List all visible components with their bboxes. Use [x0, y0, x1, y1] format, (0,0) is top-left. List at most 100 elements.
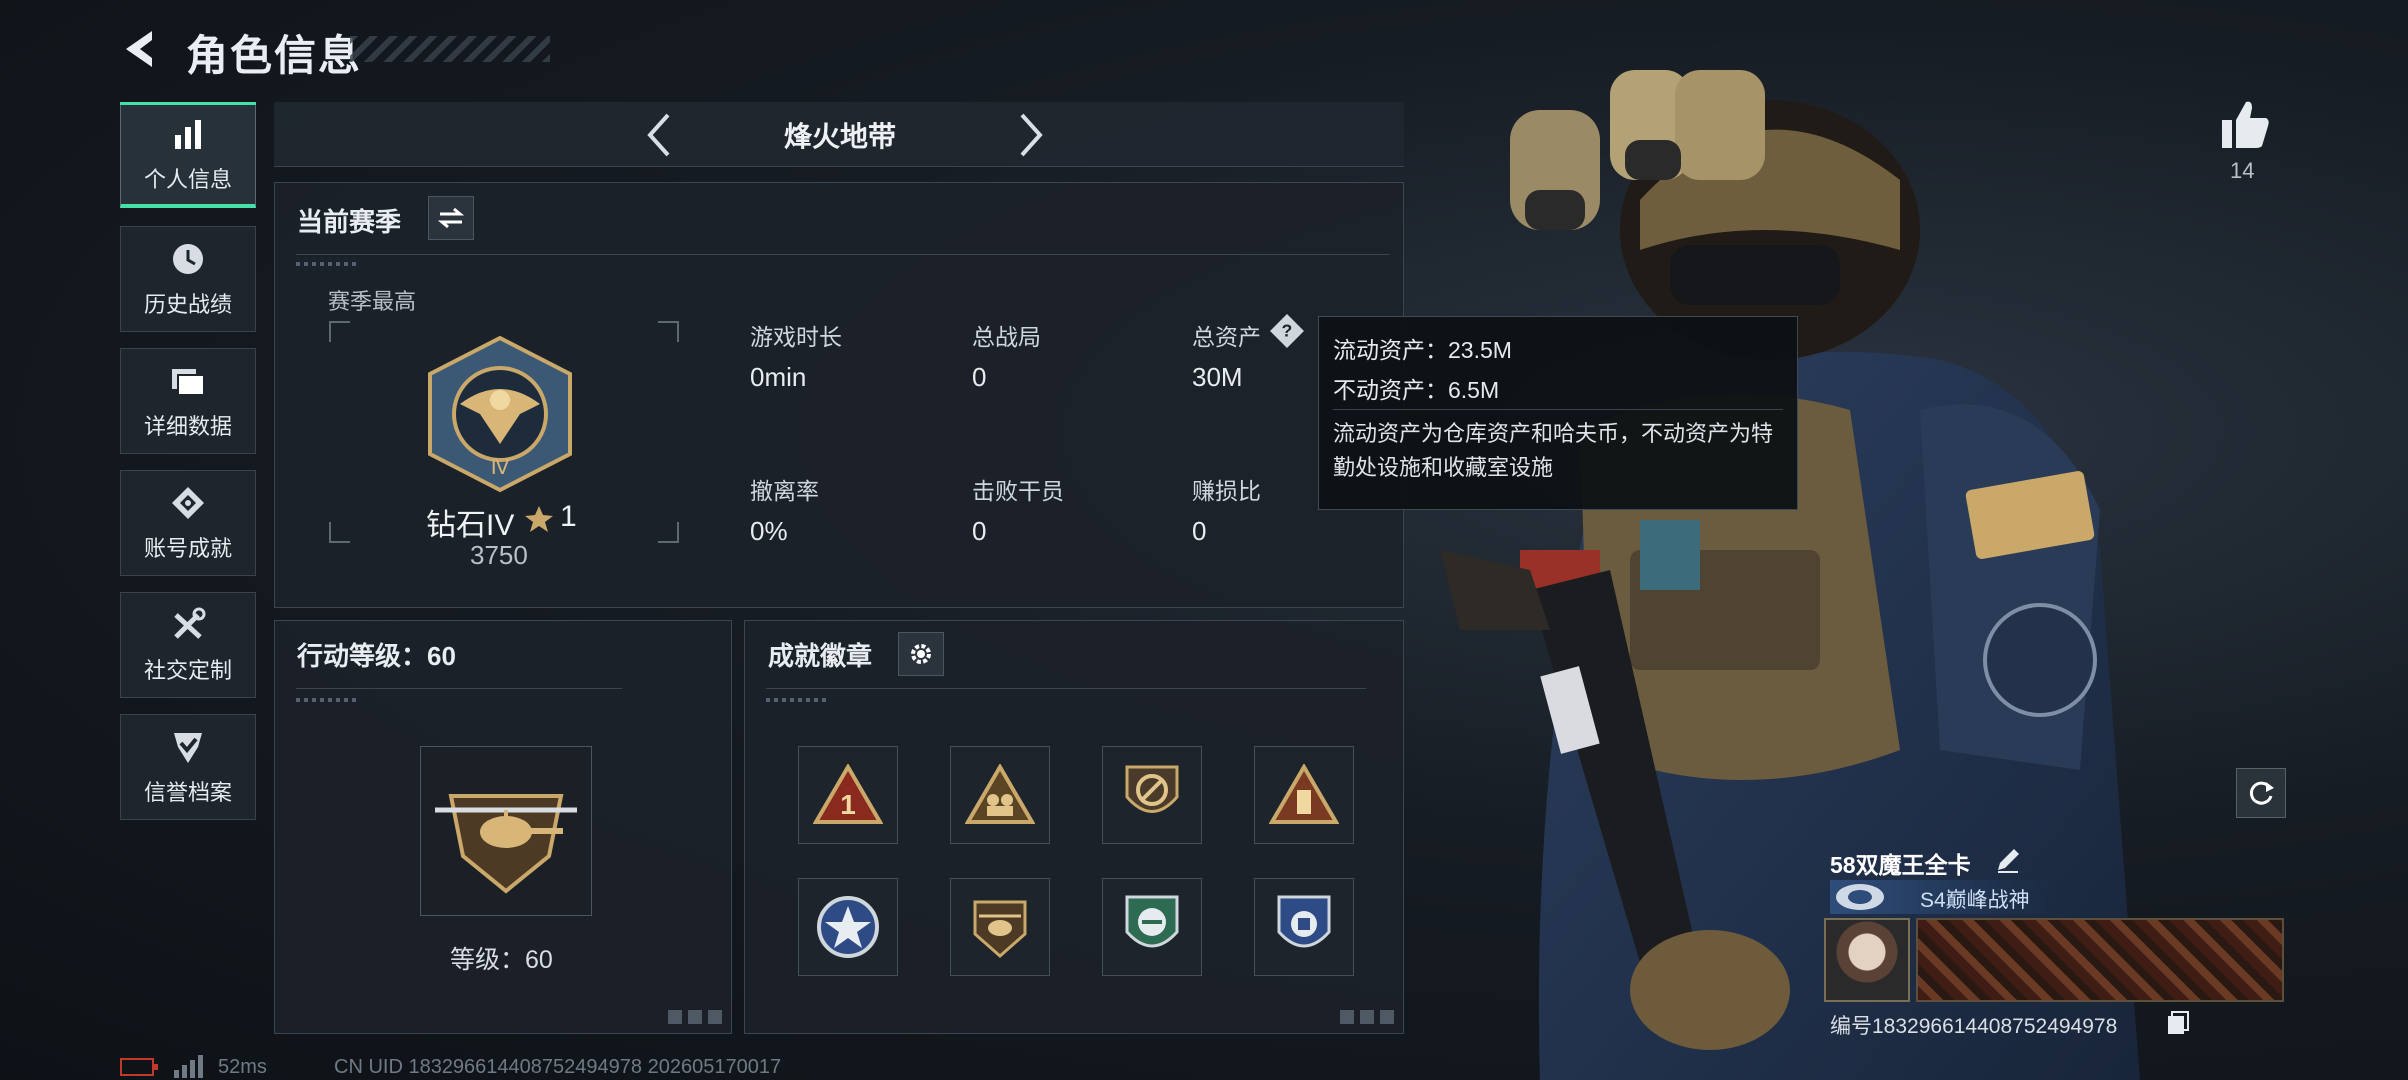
corner-decoration [668, 1010, 722, 1024]
divider [296, 688, 622, 689]
stat-label-playtime: 游戏时长 [750, 324, 842, 350]
stat-value-matches: 0 [972, 362, 987, 392]
stat-label-kills: 击败干员 [972, 478, 1064, 504]
badge-helicopter-icon [973, 900, 1027, 958]
sidebar-item-personal-info[interactable]: 个人信息 [120, 102, 256, 208]
badge-slot[interactable] [1102, 878, 1202, 976]
stat-value-kills: 0 [972, 516, 987, 546]
mode-title: 烽火地带 [784, 121, 897, 152]
svg-text:1: 1 [840, 789, 856, 820]
signal-icon [174, 1055, 203, 1078]
badge-first-place-icon: 1 [813, 764, 883, 824]
stat-value-extraction-rate: 0% [750, 516, 788, 546]
divider [766, 688, 1366, 689]
sidebar-item-label: 历史战绩 [143, 292, 232, 317]
badge-slot[interactable] [1254, 746, 1354, 844]
achievement-title: 成就徽章 [768, 641, 873, 671]
rank-name: 钻石IV [426, 509, 515, 542]
uid-text: CN UID 18329661440875249497​8 2026051700… [334, 1056, 782, 1078]
badge-green-shield-icon [1125, 895, 1179, 948]
decoration-dots [766, 698, 826, 702]
star-icon [525, 506, 553, 532]
sidebar-item-label: 个人信息 [143, 166, 232, 192]
avatar[interactable] [1824, 918, 1910, 1002]
assets-tooltip: 流动资产：23.5M 不动资产：6.5M 流动资产为仓库资产和哈夫币，不动资产为… [1318, 316, 1798, 510]
player-id: 编号18329661440875249497​8 [1830, 1015, 2118, 1038]
stat-label-profit-ratio: 赚损比 [1192, 478, 1261, 504]
ping-text: 52ms [218, 1056, 267, 1078]
battery-icon [120, 1058, 158, 1076]
badge-squad-icon [965, 764, 1035, 824]
tooltip-description: 流动资产为仓库资产和哈夫币，不动资产为特勤处设施和收藏室设施 [1333, 421, 1774, 480]
badge-star-medal-icon [817, 896, 879, 958]
season-best-label: 赛季最高 [328, 289, 417, 314]
action-level-title: 行动等级：60 [297, 641, 456, 671]
player-title: S4巅峰战神 [1920, 889, 2030, 912]
stat-value-total-assets: 30M [1192, 362, 1243, 392]
stat-label-total-assets: 总资产 [1192, 324, 1261, 350]
achievement-icon [168, 483, 208, 523]
divider [296, 254, 1390, 255]
tools-icon [168, 605, 208, 645]
sidebar-item-label: 信誉档案 [143, 780, 232, 805]
season-title: 当前赛季 [297, 207, 402, 237]
gear-icon [911, 644, 931, 664]
player-banner [1916, 918, 2284, 1002]
back-arrow-icon[interactable] [118, 25, 166, 73]
tooltip-liquid-assets: 流动资产：23.5M [1333, 337, 1512, 363]
diamond-rank-emblem-icon: Ⅳ [428, 335, 572, 493]
title-decoration [350, 36, 550, 62]
switch-season-button[interactable] [428, 196, 474, 240]
badge-ammo-icon [1269, 764, 1339, 824]
stat-value-profit-ratio: 0 [1192, 516, 1207, 546]
like-count: 14 [2230, 158, 2255, 183]
stat-label-matches: 总战局 [972, 324, 1041, 350]
divider [1333, 409, 1783, 410]
badge-slot[interactable] [1102, 746, 1202, 844]
sidebar-item-reputation[interactable]: 信誉档案 [120, 714, 256, 820]
refresh-icon [2249, 781, 2274, 805]
rank-points: 3750 [470, 540, 528, 570]
title-emblem-icon [1836, 884, 1884, 910]
clock-icon [168, 239, 208, 279]
player-name: 58双魔王全卡 [1830, 852, 1971, 878]
bar-chart-icon [168, 114, 208, 154]
level-emblem-frame [420, 746, 592, 916]
stat-label-extraction-rate: 撤离率 [750, 478, 819, 504]
sidebar-item-achievements[interactable]: 账号成就 [120, 470, 256, 576]
header: 角色信息 [0, 0, 1400, 100]
badge-no-gun-icon [1125, 765, 1179, 813]
shield-check-icon [168, 727, 208, 767]
stat-value-playtime: 0min [750, 362, 807, 392]
page-title: 角色信息 [186, 32, 363, 79]
chevron-left-icon[interactable] [640, 110, 680, 160]
badge-blue-shield-icon [1277, 895, 1331, 948]
swap-icon [438, 207, 464, 229]
svg-text:Ⅳ: Ⅳ [491, 457, 510, 479]
sidebar-item-detail-data[interactable]: 详细数据 [120, 348, 256, 454]
helicopter-emblem-icon [435, 794, 577, 894]
sidebar-item-history[interactable]: 历史战绩 [120, 226, 256, 332]
badge-slot[interactable] [950, 878, 1050, 976]
achievement-settings-button[interactable] [898, 632, 944, 676]
decoration-dots [296, 698, 356, 702]
thumbs-up-icon[interactable] [2216, 96, 2272, 152]
badge-slot[interactable] [798, 878, 898, 976]
badge-slot[interactable] [950, 746, 1050, 844]
level-text: 等级：60 [450, 946, 553, 974]
sidebar-item-social[interactable]: 社交定制 [120, 592, 256, 698]
badge-slot[interactable] [1254, 878, 1354, 976]
chevron-right-icon[interactable] [1010, 110, 1050, 160]
sidebar-item-label: 社交定制 [143, 658, 232, 683]
edit-pencil-icon[interactable] [1994, 846, 2022, 874]
sidebar-item-label: 详细数据 [143, 414, 232, 439]
decoration-dots [296, 262, 356, 266]
badge-slot[interactable]: 1 [798, 746, 898, 844]
folder-icon [168, 361, 208, 401]
copy-icon[interactable] [2166, 1010, 2190, 1036]
corner-decoration [1340, 1010, 1394, 1024]
tooltip-fixed-assets: 不动资产：6.5M [1333, 377, 1500, 403]
sidebar-item-label: 账号成就 [143, 536, 232, 561]
refresh-button[interactable] [2236, 768, 2286, 818]
rank-stars: 1 [560, 500, 577, 533]
